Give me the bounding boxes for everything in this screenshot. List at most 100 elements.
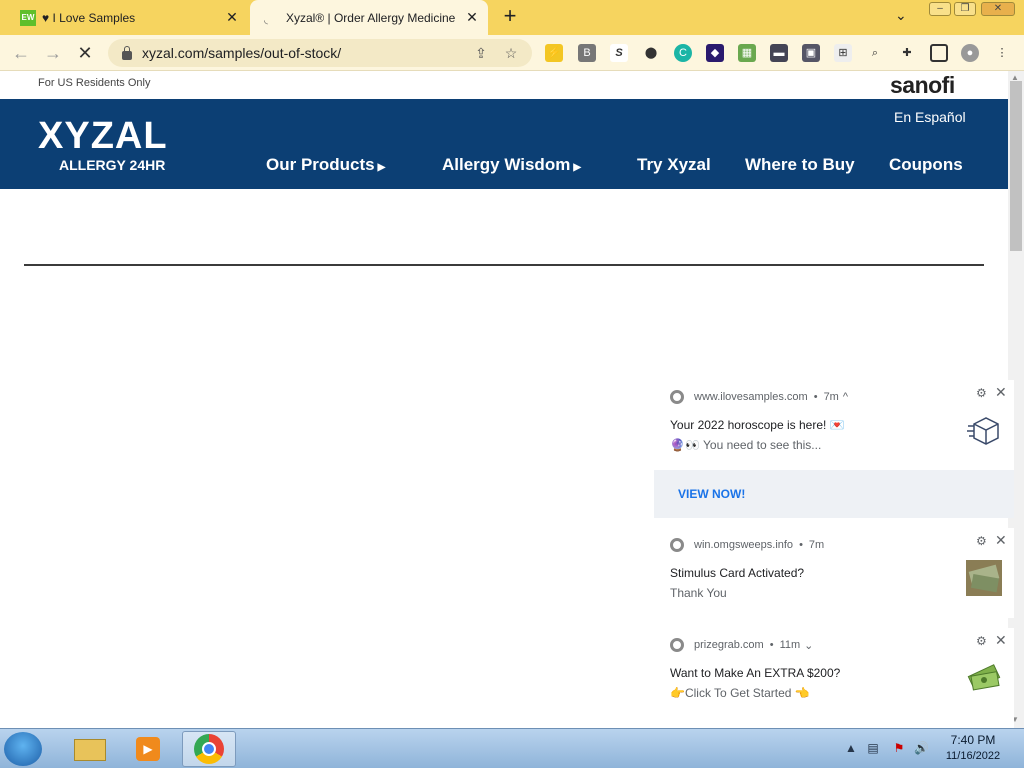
file-explorer-icon[interactable]	[64, 731, 118, 767]
nav-label: Our Products	[266, 155, 375, 174]
lock-icon	[122, 45, 132, 60]
url-text[interactable]: xyzal.com/samples/out-of-stock/	[142, 45, 472, 61]
nav-label: Allergy Wisdom	[442, 155, 571, 174]
notification-source: www.ilovesamples.com	[694, 391, 808, 403]
box-icon	[967, 417, 999, 445]
notification-body: 👉Click To Get Started 👈	[670, 686, 810, 700]
address-bar[interactable]: xyzal.com/samples/out-of-stock/ ⇪ ☆	[108, 39, 532, 67]
separator-dot: •	[799, 539, 803, 551]
content-divider	[24, 264, 984, 266]
money-photo-icon	[966, 560, 1002, 596]
notification-card[interactable]: www.ilovesamples.com • 7m ^ ⚙ ✕ Your 202…	[654, 380, 1014, 470]
caret-right-icon: ▶	[573, 162, 582, 173]
separator-dot: •	[813, 391, 818, 403]
close-notification-icon[interactable]: ✕	[995, 384, 1007, 401]
tab-i-love-samples[interactable]: EW ♥ I Love Samples ✕	[12, 0, 248, 35]
s-extension-icon[interactable]: S	[610, 44, 628, 62]
chrome-icon	[670, 638, 684, 652]
profile-avatar-icon[interactable]: ●	[961, 44, 979, 62]
new-tab-button[interactable]: +	[498, 5, 522, 29]
share-icon[interactable]: ⇪	[472, 45, 490, 62]
extensions-puzzle-icon[interactable]: ✚	[898, 44, 916, 62]
volume-icon[interactable]: 🔊	[914, 741, 929, 755]
site-header: XYZAL ALLERGY 24HR En Español Our Produc…	[0, 99, 1008, 189]
view-now-button[interactable]: VIEW NOW!	[654, 470, 1014, 518]
pikachu-extension-icon[interactable]: ⚡	[545, 44, 563, 62]
close-notification-icon[interactable]: ✕	[995, 532, 1007, 549]
settings-gear-icon[interactable]: ⚙	[976, 634, 987, 648]
money-bag-icon	[967, 664, 1001, 691]
notification-header: prizegrab.com • 11m ⌄	[670, 638, 813, 652]
forward-arrow-icon[interactable]: →	[42, 42, 64, 64]
clock-time[interactable]: 7:40 PM	[940, 733, 1006, 747]
language-link[interactable]: En Español	[894, 109, 966, 125]
zoom-magnifier-icon[interactable]: ⌕	[866, 44, 884, 62]
stop-loading-icon[interactable]: ✕	[74, 42, 96, 64]
grey-extension-icon[interactable]: ▣	[802, 44, 820, 62]
chrome-icon	[670, 538, 684, 552]
residents-note: For US Residents Only	[38, 77, 151, 89]
tab-title: Xyzal® | Order Allergy Medicine	[286, 10, 456, 25]
notification-header: www.ilovesamples.com • 7m ^	[670, 390, 848, 404]
notification-body: Thank You	[670, 586, 727, 600]
xyzal-logo[interactable]: XYZAL	[38, 115, 168, 158]
back-arrow-icon[interactable]: ←	[10, 42, 32, 64]
nav-where-to-buy[interactable]: Where to Buy	[745, 155, 855, 175]
settings-gear-icon[interactable]: ⚙	[976, 534, 987, 548]
close-tab-icon[interactable]: ✕	[462, 9, 482, 26]
windows-taskbar: ▶ ▲ ▤ ⚑ 🔊 7:40 PM 11/16/2022	[0, 728, 1024, 768]
close-tab-icon[interactable]: ✕	[222, 9, 242, 26]
restore-button[interactable]: ❐	[954, 2, 976, 16]
start-button[interactable]	[4, 732, 42, 766]
location-pin-icon[interactable]: ⬤	[642, 44, 660, 62]
side-panel-icon[interactable]	[930, 44, 948, 62]
media-player-icon[interactable]: ▶	[122, 731, 176, 767]
ew-favicon-icon: EW	[20, 9, 36, 26]
notification-title: Want to Make An EXTRA $200?	[670, 666, 841, 680]
browser-toolbar: ← → ✕ xyzal.com/samples/out-of-stock/ ⇪ …	[0, 35, 1024, 71]
settings-gear-icon[interactable]: ⚙	[976, 386, 987, 400]
nav-try-xyzal[interactable]: Try Xyzal	[637, 155, 711, 175]
notification-time: 7m	[808, 539, 825, 551]
notification-title: Your 2022 horoscope is here! 💌	[670, 418, 845, 432]
nav-allergy-wisdom[interactable]: Allergy Wisdom ▶	[442, 155, 581, 175]
tab-search-chevron-icon[interactable]: ⌄	[895, 7, 907, 24]
notification-time: 11m	[779, 639, 801, 651]
collapse-chevron-icon[interactable]: ^	[843, 391, 848, 403]
b-extension-icon[interactable]: B	[578, 44, 596, 62]
green-extension-icon[interactable]: ▦	[738, 44, 756, 62]
network-icon[interactable]: ▤	[866, 741, 880, 755]
notification-card[interactable]: win.omgsweeps.info • 7m ⚙ ✕ Stimulus Car…	[654, 528, 1014, 618]
chrome-taskbar-icon[interactable]	[182, 731, 236, 767]
close-window-button[interactable]: ✕	[981, 2, 1015, 16]
loading-favicon-icon: ◟	[264, 14, 268, 26]
expand-chevron-icon[interactable]: ⌄	[804, 639, 813, 652]
notification-time: 7m	[823, 391, 839, 403]
caret-right-icon: ▶	[377, 162, 386, 173]
nav-coupons[interactable]: Coupons	[889, 155, 963, 175]
notification-source: win.omgsweeps.info	[694, 539, 794, 551]
photo-extension-icon[interactable]: ▬	[770, 44, 788, 62]
kebab-menu-icon[interactable]: ⋮	[993, 44, 1011, 62]
close-notification-icon[interactable]: ✕	[995, 632, 1007, 649]
notification-body: 🔮👀 You need to see this...	[670, 438, 822, 452]
notification-header: win.omgsweeps.info • 7m	[670, 538, 824, 552]
tab-xyzal[interactable]: ◟ Xyzal® | Order Allergy Medicine ✕	[250, 0, 488, 35]
separator-dot: •	[769, 639, 774, 651]
nav-our-products[interactable]: Our Products ▶	[266, 155, 385, 175]
c-extension-icon[interactable]: C	[674, 44, 692, 62]
notification-card[interactable]: prizegrab.com • 11m ⌄ ⚙ ✕ Want to Make A…	[654, 628, 1014, 728]
clock-date[interactable]: 11/16/2022	[940, 750, 1006, 762]
dark-extension-icon[interactable]: ◆	[706, 44, 724, 62]
notification-source: prizegrab.com	[694, 639, 764, 651]
minimize-button[interactable]: –	[929, 2, 951, 16]
action-center-icon[interactable]: ⚑	[892, 741, 906, 755]
show-hidden-icons-icon[interactable]: ▲	[844, 741, 858, 755]
puzzle-grid-icon[interactable]: ⊞	[834, 44, 852, 62]
xyzal-logo-subtitle: ALLERGY 24HR	[59, 157, 166, 173]
utility-bar: For US Residents Only sanofi	[0, 71, 1008, 99]
sanofi-logo[interactable]: sanofi	[890, 72, 955, 99]
tab-title: ♥ I Love Samples	[42, 10, 136, 25]
scroll-thumb[interactable]	[1010, 81, 1022, 251]
bookmark-star-icon[interactable]: ☆	[502, 45, 520, 62]
